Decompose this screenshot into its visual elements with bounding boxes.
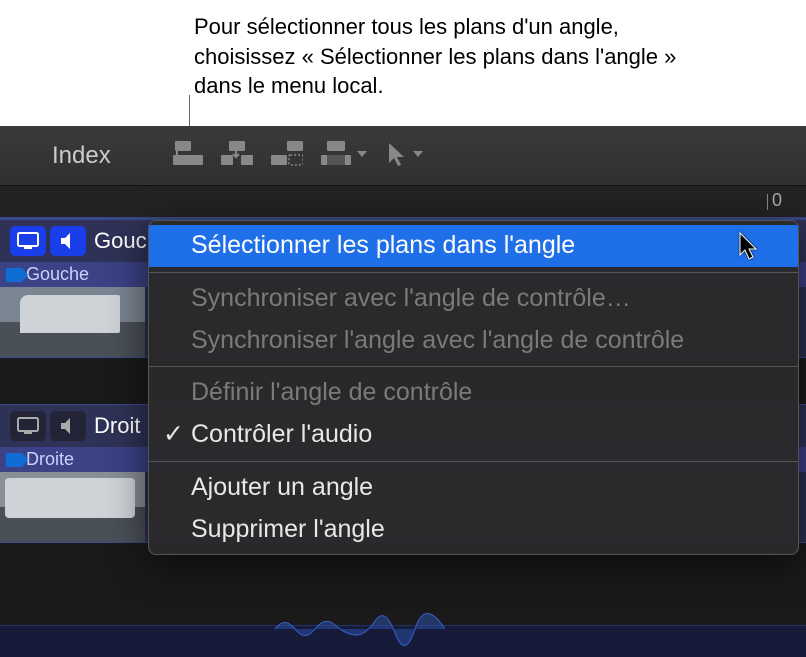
insert-clip-icon[interactable] (221, 139, 253, 172)
index-button[interactable]: Index (0, 126, 167, 185)
audio-monitor-icon[interactable] (50, 226, 86, 256)
menu-separator (149, 461, 798, 462)
clip-tag-icon (6, 453, 22, 467)
track-title: Droit (94, 413, 140, 439)
timeline-ruler[interactable]: 0 (0, 186, 806, 219)
video-thumbnail (0, 287, 145, 357)
menu-item-label: Sélectionner les plans dans l'angle (191, 231, 575, 259)
menu-select-clips-in-angle[interactable]: Sélectionner les plans dans l'angle (149, 225, 798, 267)
append-clip-icon[interactable] (271, 139, 303, 172)
ruler-value: 0 (772, 190, 782, 211)
video-monitor-icon[interactable] (10, 226, 46, 256)
audio-monitor-icon[interactable] (50, 411, 86, 441)
menu-delete-angle[interactable]: Supprimer l'angle (149, 509, 798, 551)
ruler-tick-mark (767, 194, 768, 210)
menu-add-angle[interactable]: Ajouter un angle (149, 467, 798, 509)
menu-item-label: Contrôler l'audio (191, 420, 372, 448)
clip-label: Droite (26, 449, 74, 470)
toolbar: Index (0, 126, 806, 186)
checkmark-icon: ✓ (163, 418, 184, 452)
menu-separator (149, 272, 798, 273)
menu-set-control-angle: Définir l'angle de contrôle (149, 372, 798, 414)
context-menu: Sélectionner les plans dans l'angle Sync… (148, 220, 799, 555)
video-monitor-icon[interactable] (10, 411, 46, 441)
video-thumbnail (0, 472, 145, 542)
menu-sync-angle-to-control: Synchroniser l'angle avec l'angle de con… (149, 320, 798, 362)
menu-sync-to-control-angle: Synchroniser avec l'angle de contrôle… (149, 278, 798, 320)
overwrite-clip-dropdown[interactable] (321, 139, 367, 172)
clip-label: Gouche (26, 264, 89, 285)
menu-monitor-audio[interactable]: ✓ Contrôler l'audio (149, 414, 798, 456)
clip-tag-icon (6, 268, 22, 282)
instruction-text: Pour sélectionner tous les plans d'un an… (194, 12, 714, 101)
tool-select-dropdown[interactable] (385, 139, 427, 172)
cursor-icon (738, 231, 760, 271)
audio-waveform (275, 611, 445, 647)
connect-clip-icon[interactable] (173, 139, 203, 172)
menu-separator (149, 366, 798, 367)
track-title: Gouc (94, 228, 147, 254)
